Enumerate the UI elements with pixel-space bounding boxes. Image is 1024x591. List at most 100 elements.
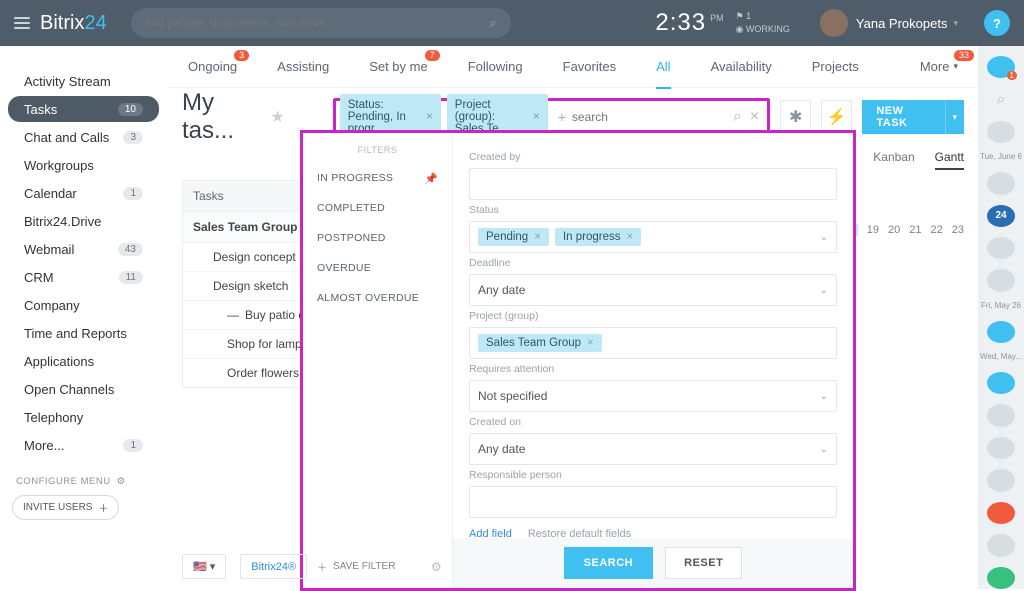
- rail-avatar[interactable]: [987, 404, 1015, 426]
- project-chip[interactable]: Sales Team Group×: [478, 334, 602, 352]
- nav-company[interactable]: Company: [8, 292, 159, 318]
- rail-notifications-icon[interactable]: 1: [987, 56, 1015, 78]
- tab-following[interactable]: Following: [466, 46, 525, 88]
- remove-chip-icon[interactable]: ×: [587, 337, 594, 349]
- clock-time: 2:33: [655, 9, 706, 37]
- nav-webmail[interactable]: Webmail43: [8, 236, 159, 262]
- clock: 2:33 PM ⚑ 1 ◉ WORKING: [655, 9, 790, 37]
- rail-avatar[interactable]: [987, 237, 1015, 259]
- rail-action-icon[interactable]: [987, 502, 1015, 524]
- filter-preset-overdue[interactable]: OVERDUE: [303, 253, 452, 283]
- nav-open-channels[interactable]: Open Channels: [8, 376, 159, 402]
- bolt-button[interactable]: ⚡: [821, 100, 852, 134]
- label-requires-attention: Requires attention: [469, 363, 837, 375]
- field-status[interactable]: Pending× In progress× ⌄: [469, 221, 837, 253]
- field-requires-attention[interactable]: Not specified⌄: [469, 380, 837, 412]
- rail-avatar[interactable]: [987, 437, 1015, 459]
- filter-settings-icon[interactable]: ⚙: [431, 560, 442, 574]
- tab-more[interactable]: More▾33: [918, 46, 960, 88]
- save-filter-button[interactable]: ＋ SAVE FILTER: [317, 559, 395, 574]
- nav-crm[interactable]: CRM11: [8, 264, 159, 290]
- label-deadline: Deadline: [469, 257, 837, 269]
- nav-activity-stream[interactable]: Activity Stream: [8, 68, 159, 94]
- rail-action-icon[interactable]: [987, 372, 1015, 394]
- rail-avatar[interactable]: [987, 121, 1015, 143]
- remove-chip-icon[interactable]: ×: [534, 231, 541, 243]
- filter-preset-completed[interactable]: COMPLETED: [303, 193, 452, 223]
- field-created-by[interactable]: [469, 168, 837, 200]
- nav-calendar[interactable]: Calendar1: [8, 180, 159, 206]
- remove-chip-icon[interactable]: ×: [533, 111, 540, 123]
- pin-icon[interactable]: 📌: [425, 172, 438, 185]
- nav-tasks[interactable]: Tasks10: [8, 96, 159, 122]
- language-selector[interactable]: 🇺🇸 ▾: [182, 554, 226, 579]
- user-menu[interactable]: Yana Prokopets ▾: [820, 9, 958, 37]
- rail-avatar[interactable]: [987, 172, 1015, 194]
- rail-date: Fri, May 26: [981, 302, 1021, 311]
- new-task-button[interactable]: NEW TASK ▾: [862, 100, 964, 134]
- page-title: My tas...: [182, 89, 264, 145]
- rail-avatar[interactable]: [987, 269, 1015, 291]
- reset-button[interactable]: RESET: [665, 547, 742, 579]
- field-created-on[interactable]: Any date⌄: [469, 433, 837, 465]
- status-chip-in-progress[interactable]: In progress×: [555, 228, 641, 246]
- search-icon[interactable]: ⌕: [733, 108, 742, 126]
- tab-availability[interactable]: Availability: [709, 46, 774, 88]
- remove-chip-icon[interactable]: ×: [626, 231, 633, 243]
- filter-search-input[interactable]: [572, 110, 727, 124]
- invite-users-button[interactable]: INVITE USERS ＋: [12, 495, 119, 520]
- rail-avatar[interactable]: [987, 469, 1015, 491]
- hamburger-icon[interactable]: [14, 17, 30, 29]
- tab-favorites[interactable]: Favorites: [561, 46, 618, 88]
- help-button[interactable]: ?: [984, 10, 1010, 36]
- add-filter-icon[interactable]: +: [558, 109, 566, 125]
- right-rail: 1 ⌕ Tue, June 6 24 Fri, May 26 Wed, May.…: [978, 46, 1024, 589]
- left-nav: Activity StreamTasks10Chat and Calls3Wor…: [0, 46, 168, 589]
- chevron-down-icon[interactable]: ⌄: [820, 391, 828, 402]
- filter-preset-postponed[interactable]: POSTPONED: [303, 223, 452, 253]
- nav-more-[interactable]: More...1: [8, 432, 159, 458]
- search-button[interactable]: SEARCH: [564, 547, 653, 579]
- nav-applications[interactable]: Applications: [8, 348, 159, 374]
- clock-flag: ⚑ 1: [736, 11, 790, 22]
- logo[interactable]: Bitrix24: [40, 12, 107, 35]
- field-responsible[interactable]: [469, 486, 837, 518]
- search-icon: ⌕: [489, 15, 496, 31]
- nav-workgroups[interactable]: Workgroups: [8, 152, 159, 178]
- rail-call-icon[interactable]: [987, 567, 1015, 589]
- subtab-gantt[interactable]: Gantt: [935, 150, 964, 170]
- nav-time-and-reports[interactable]: Time and Reports: [8, 320, 159, 346]
- field-project[interactable]: Sales Team Group×: [469, 327, 837, 359]
- configure-menu[interactable]: CONFIGURE MENU ⚙: [16, 476, 167, 487]
- rail-search-icon[interactable]: ⌕: [987, 88, 1015, 110]
- new-task-dropdown[interactable]: ▾: [945, 100, 964, 134]
- rail-b24-icon[interactable]: 24: [987, 205, 1015, 227]
- field-deadline[interactable]: Any date⌄: [469, 274, 837, 306]
- filter-preset-almost-overdue[interactable]: ALMOST OVERDUE: [303, 283, 452, 313]
- global-search-input[interactable]: [145, 16, 482, 30]
- clock-status: ◉ WORKING: [736, 24, 790, 35]
- status-chip-pending[interactable]: Pending×: [478, 228, 549, 246]
- tab-ongoing[interactable]: Ongoing3: [186, 46, 239, 88]
- chevron-down-icon[interactable]: ⌄: [820, 232, 828, 243]
- chevron-down-icon[interactable]: ⌄: [820, 444, 828, 455]
- gantt-day: 20: [888, 224, 900, 236]
- global-search[interactable]: ⌕: [131, 8, 511, 38]
- tab-all[interactable]: All: [654, 46, 672, 88]
- chevron-down-icon[interactable]: ⌄: [820, 285, 828, 296]
- remove-chip-icon[interactable]: ×: [426, 111, 433, 123]
- tab-set-by-me[interactable]: Set by me7: [367, 46, 430, 88]
- clear-filter-icon[interactable]: ×: [750, 108, 759, 126]
- filter-preset-in-progress[interactable]: IN PROGRESS📌: [303, 163, 452, 193]
- nav-bitrix24-drive[interactable]: Bitrix24.Drive: [8, 208, 159, 234]
- subtab-kanban[interactable]: Kanban: [873, 150, 914, 170]
- rail-action-icon[interactable]: [987, 321, 1015, 343]
- tab-assisting[interactable]: Assisting: [275, 46, 331, 88]
- tab-projects[interactable]: Projects: [810, 46, 861, 88]
- nav-telephony[interactable]: Telephony: [8, 404, 159, 430]
- settings-button[interactable]: ✱: [780, 100, 811, 134]
- rail-avatar[interactable]: [987, 534, 1015, 556]
- bitrix-badge[interactable]: Bitrix24®: [240, 554, 307, 579]
- nav-chat-and-calls[interactable]: Chat and Calls3: [8, 124, 159, 150]
- favorite-star-icon[interactable]: ★: [270, 107, 284, 127]
